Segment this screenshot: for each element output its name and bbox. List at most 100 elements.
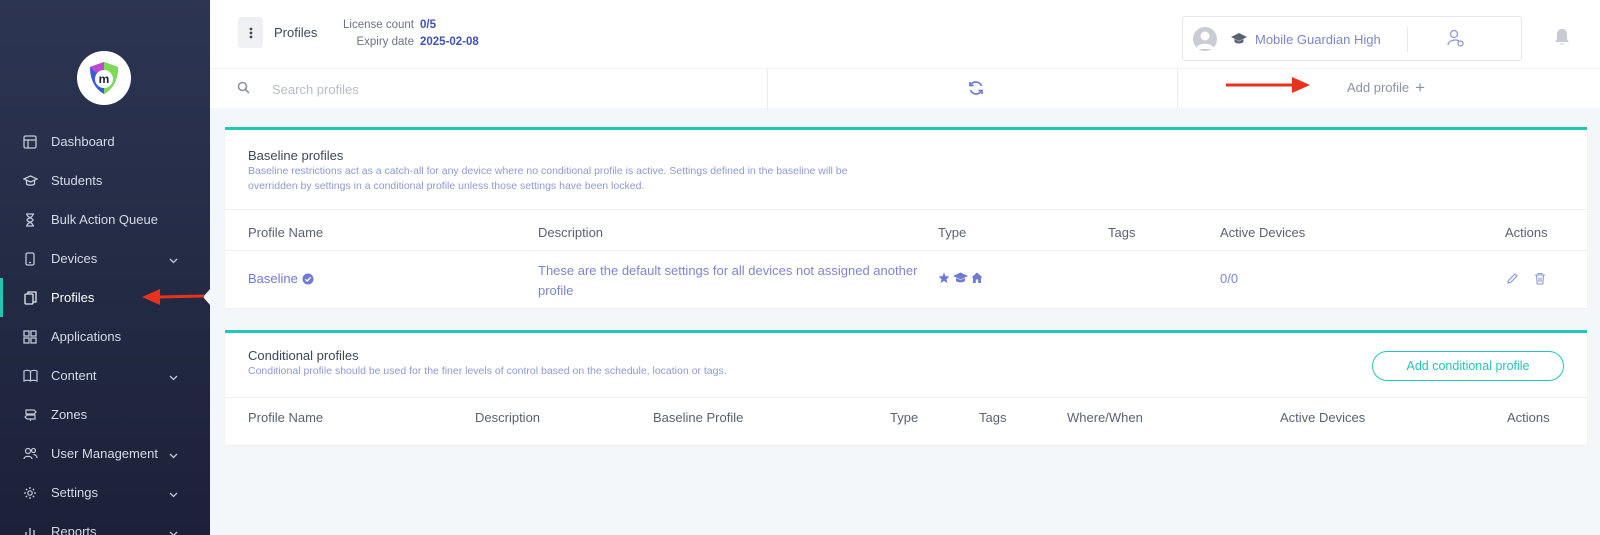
graduation-cap-icon bbox=[953, 271, 968, 289]
column-header-profile-name[interactable]: Profile Name bbox=[248, 410, 323, 425]
column-header-where-when[interactable]: Where/When bbox=[1067, 410, 1143, 425]
add-profile-label: Add profile bbox=[1347, 80, 1410, 95]
column-header-type[interactable]: Type bbox=[890, 410, 918, 425]
sidebar-item-applications[interactable]: Applications bbox=[0, 317, 210, 356]
profile-name-link[interactable]: Baseline bbox=[248, 271, 298, 286]
notifications-bell-icon[interactable] bbox=[1553, 27, 1571, 52]
type-icons bbox=[938, 271, 983, 289]
organization-switcher[interactable]: Mobile Guardian High bbox=[1182, 16, 1522, 61]
sidebar-item-label: Devices bbox=[51, 251, 98, 266]
verified-check-icon bbox=[302, 273, 314, 285]
graduation-cap-icon bbox=[22, 173, 38, 189]
home-icon bbox=[971, 271, 983, 289]
kebab-icon bbox=[249, 27, 252, 38]
expiry-date-value: 2025-02-08 bbox=[420, 36, 479, 48]
divider bbox=[767, 69, 768, 109]
edit-pencil-icon[interactable] bbox=[1506, 272, 1519, 290]
column-header-tags[interactable]: Tags bbox=[1108, 225, 1135, 240]
search-input[interactable] bbox=[272, 77, 742, 101]
book-icon bbox=[22, 368, 38, 384]
chevron-down-icon bbox=[169, 525, 178, 535]
sidebar-item-settings[interactable]: Settings bbox=[0, 473, 210, 512]
chevron-down-icon bbox=[169, 447, 178, 462]
column-header-profile-name[interactable]: Profile Name bbox=[248, 225, 323, 240]
section-description: Baseline restrictions act as a catch-all… bbox=[248, 164, 847, 194]
description-line: These are the default settings for all d… bbox=[538, 263, 918, 278]
license-count-value: 0/5 bbox=[420, 19, 436, 31]
sidebar-item-content[interactable]: Content bbox=[0, 356, 210, 395]
phone-icon bbox=[22, 251, 38, 267]
divider bbox=[1177, 69, 1178, 109]
sidebar-item-reports[interactable]: Reports bbox=[0, 512, 210, 535]
delete-trash-icon[interactable] bbox=[1534, 272, 1546, 290]
sidebar: m Dashboard Students Bulk Action Queue D… bbox=[0, 0, 211, 535]
divider bbox=[225, 250, 1587, 251]
grid-icon bbox=[22, 329, 38, 345]
avatar[interactable] bbox=[1193, 27, 1217, 51]
section-title: Conditional profiles bbox=[248, 348, 359, 363]
chevron-down-icon bbox=[169, 369, 178, 384]
logo-mark-icon: m bbox=[90, 62, 118, 94]
column-header-type[interactable]: Type bbox=[938, 225, 966, 240]
column-header-active-devices[interactable]: Active Devices bbox=[1280, 410, 1365, 425]
section-description: Conditional profile should be used for t… bbox=[248, 365, 727, 377]
sidebar-nav: Dashboard Students Bulk Action Queue Dev… bbox=[0, 122, 210, 535]
sidebar-item-label: Zones bbox=[51, 407, 88, 422]
license-info: License count 0/5 Expiry date 2025-02-08 bbox=[330, 17, 479, 51]
column-header-actions: Actions bbox=[1507, 410, 1550, 425]
description-line: profile bbox=[538, 283, 574, 298]
column-header-description[interactable]: Description bbox=[538, 225, 603, 240]
users-icon bbox=[22, 446, 38, 462]
chevron-down-icon bbox=[169, 252, 178, 267]
add-conditional-profile-button[interactable]: Add conditional profile bbox=[1372, 351, 1564, 381]
sidebar-item-students[interactable]: Students bbox=[0, 161, 210, 200]
column-header-tags[interactable]: Tags bbox=[979, 410, 1006, 425]
top-header: Profiles License count 0/5 Expiry date 202… bbox=[210, 0, 1600, 68]
refresh-icon[interactable] bbox=[968, 80, 984, 101]
sidebar-item-label: Reports bbox=[51, 524, 97, 535]
sidebar-item-zones[interactable]: Zones bbox=[0, 395, 210, 434]
description-line: overridden by settings in a conditional … bbox=[248, 180, 645, 192]
chart-icon bbox=[22, 524, 38, 535]
section-title: Baseline profiles bbox=[248, 148, 344, 163]
column-header-actions: Actions bbox=[1505, 225, 1548, 240]
sidebar-item-label: Applications bbox=[51, 329, 122, 344]
annotation-arrow-left-icon bbox=[142, 289, 205, 305]
sidebar-item-label: Dashboard bbox=[51, 134, 115, 149]
sidebar-item-dashboard[interactable]: Dashboard bbox=[0, 122, 210, 161]
sidebar-item-devices[interactable]: Devices bbox=[0, 239, 210, 278]
gear-icon bbox=[22, 485, 38, 501]
graduation-cap-icon bbox=[1231, 32, 1247, 50]
profiles-toolbar: Add profile + bbox=[210, 68, 1600, 109]
baseline-profiles-card: Baseline profiles Baseline restrictions … bbox=[225, 127, 1587, 308]
profile-name-cell[interactable]: Baseline bbox=[248, 271, 314, 286]
sign-icon bbox=[22, 407, 38, 423]
plus-icon: + bbox=[1415, 77, 1426, 97]
organization-name: Mobile Guardian High bbox=[1255, 32, 1381, 47]
annotation-arrow-right-icon bbox=[1226, 77, 1310, 93]
description-line: Baseline restrictions act as a catch-all… bbox=[248, 165, 848, 177]
sidebar-item-label: Settings bbox=[51, 485, 98, 500]
user-settings-icon[interactable] bbox=[1447, 28, 1465, 53]
hourglass-icon bbox=[22, 212, 38, 228]
search-icon bbox=[237, 81, 250, 99]
column-header-active-devices[interactable]: Active Devices bbox=[1220, 225, 1305, 240]
mobile-guardian-logo[interactable]: m bbox=[77, 51, 131, 105]
sidebar-item-bulk-action-queue[interactable]: Bulk Action Queue bbox=[0, 200, 210, 239]
conditional-profiles-card: Conditional profiles Conditional profile… bbox=[225, 330, 1587, 445]
sidebar-item-user-management[interactable]: User Management bbox=[0, 434, 210, 473]
sidebar-item-label: User Management bbox=[51, 446, 158, 461]
column-header-baseline-profile[interactable]: Baseline Profile bbox=[653, 410, 743, 425]
sidebar-item-label: Profiles bbox=[51, 290, 95, 305]
profile-description-cell: These are the default settings for all d… bbox=[538, 261, 917, 301]
license-count-label: License count bbox=[343, 19, 414, 31]
sidebar-item-label: Students bbox=[51, 173, 103, 188]
more-menu-button[interactable] bbox=[238, 17, 263, 48]
column-header-description[interactable]: Description bbox=[475, 410, 540, 425]
expiry-date-label: Expiry date bbox=[356, 36, 414, 48]
page-title: Profiles bbox=[274, 25, 318, 40]
add-profile-button[interactable]: Add profile + bbox=[1347, 77, 1426, 97]
sidebar-item-label: Bulk Action Queue bbox=[51, 212, 158, 227]
active-devices-cell: 0/0 bbox=[1220, 271, 1239, 286]
divider bbox=[225, 397, 1587, 398]
